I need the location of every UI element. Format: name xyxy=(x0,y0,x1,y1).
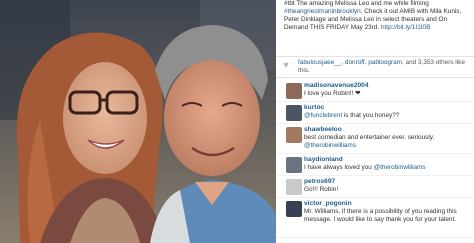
comment-text-body: I have always loved you xyxy=(304,164,374,171)
comment-item: madisonavenue2004 I love you Robin!! ❤ xyxy=(276,80,474,102)
comment-username-link[interactable]: victor_pogonin xyxy=(304,198,474,208)
comment-item: haydionland I have always loved you @the… xyxy=(276,154,474,176)
comment-text: Go!!! Robin! xyxy=(304,186,339,193)
comment-username-link[interactable]: kurtoc xyxy=(304,102,474,112)
comment-username-link[interactable]: haydionland xyxy=(304,154,474,164)
heart-icon[interactable]: ♥ xyxy=(283,61,293,71)
comment-mention-link[interactable]: @therobinwilliams xyxy=(304,142,470,150)
comment-username-link[interactable]: shawbeeloo xyxy=(304,124,474,134)
comment-text: I love you Robin!! ❤ xyxy=(304,90,361,97)
avatar[interactable] xyxy=(286,201,302,217)
likers-names-link[interactable]: fabulousjaee__, donroff, pabloogram xyxy=(298,59,402,66)
avatar[interactable] xyxy=(286,157,302,173)
avatar[interactable] xyxy=(286,83,302,99)
comment-text: @funclebrent is that you honey?? xyxy=(304,112,474,120)
comment-text: best comedian and entertainer ever. seri… xyxy=(304,134,435,141)
caption-text-prefix: #tbt The amazing Melissa Leo and me whil… xyxy=(284,0,429,7)
comment-item: kurtoc @funclebrent is that you honey?? xyxy=(276,102,474,124)
comment-text: I have always loved you @therobinwilliam… xyxy=(304,164,474,172)
comment-text-body: is that you honey?? xyxy=(342,112,400,119)
post-details-panel: #tbt The amazing Melissa Leo and me whil… xyxy=(276,0,474,243)
caption-hashtag-link[interactable]: #theangriestmaninbrooklyn xyxy=(284,8,361,15)
comment-item: shawbeeloo best comedian and entertainer… xyxy=(276,124,474,154)
comment-text: Mr. Williams, if there is a possibility … xyxy=(304,208,457,223)
avatar[interactable] xyxy=(286,179,302,195)
comment-username-link[interactable]: madisonavenue2004 xyxy=(304,80,474,90)
comment-mention-link[interactable]: @therobinwilliams xyxy=(374,164,426,171)
photo-illustration xyxy=(0,0,276,243)
likes-summary: ♥ fabulousjaee__, donroff, pabloogram, a… xyxy=(276,56,474,78)
avatar[interactable] xyxy=(286,105,302,121)
caption-url-link[interactable]: http://bit.ly/1I1I0B xyxy=(381,24,430,31)
comments-list: madisonavenue2004 I love you Robin!! ❤ k… xyxy=(276,80,474,238)
post-photo[interactable] xyxy=(0,0,276,243)
post-caption: #tbt The amazing Melissa Leo and me whil… xyxy=(284,0,470,32)
comment-username-link[interactable]: petros697 xyxy=(304,176,474,186)
comment-item: petros697 Go!!! Robin! xyxy=(276,176,474,198)
comment-item: victor_pogonin Mr. Williams, if there is… xyxy=(276,198,474,238)
avatar[interactable] xyxy=(286,127,302,143)
comment-mention-link[interactable]: @funclebrent xyxy=(304,112,342,119)
